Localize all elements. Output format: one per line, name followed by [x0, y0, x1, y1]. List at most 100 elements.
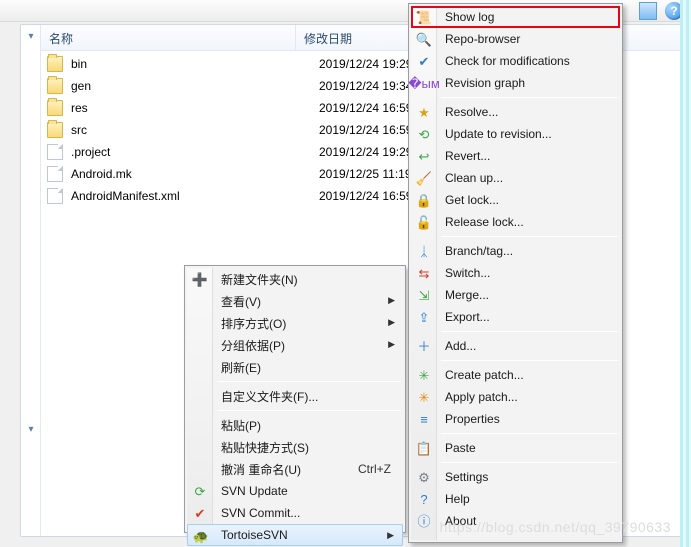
- menu-separator: [441, 331, 618, 332]
- tortoisesvn-submenu: 📜Show log 🔍 Repo-browser ✔ Check for modific…: [408, 3, 623, 543]
- menu-item-group[interactable]: 分组依据(P)▶: [187, 334, 403, 356]
- chevron-down-icon[interactable]: ▾: [25, 424, 37, 436]
- paste-icon: 📋: [416, 440, 432, 456]
- sort-icon: [192, 315, 208, 331]
- menu-item-label: Paste: [445, 441, 476, 455]
- menu-item-add[interactable]: ＋Add...: [411, 335, 620, 357]
- menu-item-settings[interactable]: ⚙Settings: [411, 466, 620, 488]
- menu-item-label: Repo-browser: [445, 32, 520, 46]
- menu-item-cleanup[interactable]: 🧹Clean up...: [411, 167, 620, 189]
- menu-item-label: Revert...: [445, 149, 490, 163]
- file-date: 2019/12/24 16:59: [319, 123, 412, 137]
- tortoise-icon: 🐢: [193, 528, 209, 544]
- menu-item-view[interactable]: 查看(V)▶: [187, 290, 403, 312]
- file-name: AndroidManifest.xml: [71, 189, 319, 203]
- menu-item-label: 自定义文件夹(F)...: [221, 388, 318, 405]
- menu-item-paste-shortcut[interactable]: 粘贴快捷方式(S): [187, 436, 403, 458]
- folder-icon: [47, 78, 63, 94]
- menu-item-merge[interactable]: ⇲Merge...: [411, 284, 620, 306]
- add-icon: ＋: [416, 338, 432, 354]
- lock-icon: 🔒: [416, 192, 432, 208]
- menu-item-svn-update[interactable]: ⟳SVN Update: [187, 480, 403, 502]
- menu-item-rev-graph[interactable]: �ымRevision graph: [411, 72, 620, 94]
- menu-item-label: TortoiseSVN: [221, 528, 288, 542]
- file-date: 2019/12/24 16:59: [319, 189, 412, 203]
- menu-item-branch-tag[interactable]: ᛣBranch/tag...: [411, 240, 620, 262]
- menu-item-label: Update to revision...: [445, 127, 552, 141]
- menu-item-sort[interactable]: 排序方式(O) ▶: [187, 312, 403, 334]
- column-header-name[interactable]: 名称: [41, 25, 296, 50]
- about-icon: ⓘ: [416, 513, 432, 529]
- menu-item-label: 排序方式(O): [221, 315, 286, 332]
- submenu-arrow-icon: ▶: [388, 317, 395, 328]
- view-icon: [192, 293, 208, 309]
- file-date: 2019/12/24 19:34: [319, 79, 412, 93]
- graph-icon: �ым: [416, 75, 432, 91]
- menu-item-label: 刷新(E): [221, 359, 261, 376]
- menu-shortcut: Ctrl+Z: [358, 462, 391, 476]
- menu-item-paste[interactable]: 粘贴(P): [187, 414, 403, 436]
- menu-item-label: Check for modifications: [445, 54, 570, 68]
- help-icon: ?: [416, 491, 432, 507]
- menu-separator: [217, 410, 401, 411]
- file-name: bin: [71, 57, 319, 71]
- menu-item-label: 粘贴快捷方式(S): [221, 439, 309, 456]
- menu-item-release-lock[interactable]: 🔓Release lock...: [411, 211, 620, 233]
- chevron-up-icon[interactable]: ▾: [25, 31, 37, 43]
- menu-item-label: 查看(V): [221, 293, 261, 310]
- menu-item-new-folder[interactable]: ➕新建文件夹(N): [187, 268, 403, 290]
- menu-item-label: 新建文件夹(N): [221, 271, 298, 288]
- menu-separator: [441, 462, 618, 463]
- preview-pane-icon[interactable]: [639, 2, 657, 20]
- menu-item-properties[interactable]: ≡Properties: [411, 408, 620, 430]
- menu-item-label: 分组依据(P): [221, 337, 285, 354]
- menu-item-label: SVN Commit...: [221, 506, 300, 520]
- menu-item-create-patch[interactable]: ✳ Create patch...: [411, 364, 620, 386]
- menu-item-repo-browser[interactable]: 🔍 Repo-browser: [411, 28, 620, 50]
- menu-item-get-lock[interactable]: 🔒Get lock...: [411, 189, 620, 211]
- check-icon: ✔: [416, 53, 432, 69]
- menu-item-label: Create patch...: [445, 368, 524, 382]
- menu-item-undo-rename[interactable]: 撤消 重命名(U)Ctrl+Z: [187, 458, 403, 480]
- file-icon: [47, 144, 63, 160]
- export-icon: ⇪: [416, 309, 432, 325]
- menu-item-customize[interactable]: 自定义文件夹(F)...: [187, 385, 403, 407]
- log-icon: 📜: [416, 9, 432, 25]
- menu-item-apply-patch[interactable]: ✳Apply patch...: [411, 386, 620, 408]
- menu-item-help[interactable]: ?Help: [411, 488, 620, 510]
- folder-icon: [47, 56, 63, 72]
- menu-item-refresh[interactable]: 刷新(E): [187, 356, 403, 378]
- explorer-context-menu: ➕新建文件夹(N)查看(V)▶ 排序方式(O) ▶ 分组依据(P)▶ 刷新(E) 自定义文…: [184, 265, 406, 533]
- menu-item-svn-commit[interactable]: ✔SVN Commit...: [187, 502, 403, 524]
- group-icon: [192, 337, 208, 353]
- customize-icon: [192, 388, 208, 404]
- patch-icon: ✳: [416, 367, 432, 383]
- submenu-arrow-icon: ▶: [387, 530, 394, 541]
- folder-icon: [47, 122, 63, 138]
- menu-item-label: 粘贴(P): [221, 417, 261, 434]
- menu-item-switch[interactable]: ⇆Switch...: [411, 262, 620, 284]
- undo-icon: [192, 461, 208, 477]
- nav-collapse-strip[interactable]: ▾ ▾: [21, 25, 41, 536]
- menu-item-update-rev[interactable]: ⟲ Update to revision...: [411, 123, 620, 145]
- menu-item-resolve[interactable]: ★Resolve...: [411, 101, 620, 123]
- file-date: 2019/12/25 11:19: [319, 167, 412, 181]
- menu-item-tortoisesvn[interactable]: 🐢 TortoiseSVN ▶: [187, 524, 403, 546]
- repo-icon: 🔍: [416, 31, 432, 47]
- menu-item-show-log[interactable]: 📜Show log: [411, 6, 620, 28]
- menu-separator: [217, 381, 401, 382]
- image-edge-decoration: [680, 0, 691, 547]
- menu-item-label: Branch/tag...: [445, 244, 513, 258]
- file-date: 2019/12/24 19:29: [319, 57, 412, 71]
- menu-item-export[interactable]: ⇪Export...: [411, 306, 620, 328]
- file-name: .project: [71, 145, 319, 159]
- file-name: gen: [71, 79, 319, 93]
- revert-icon: ↩: [416, 148, 432, 164]
- watermark-text: https://blog.csdn.net/qq_39790633: [440, 519, 671, 535]
- menu-item-revert[interactable]: ↩ Revert...: [411, 145, 620, 167]
- file-name: Android.mk: [71, 167, 319, 181]
- update-rev-icon: ⟲: [416, 126, 432, 142]
- menu-item-paste[interactable]: 📋 Paste: [411, 437, 620, 459]
- menu-item-check-mods[interactable]: ✔ Check for modifications: [411, 50, 620, 72]
- file-date: 2019/12/24 19:29: [319, 145, 412, 159]
